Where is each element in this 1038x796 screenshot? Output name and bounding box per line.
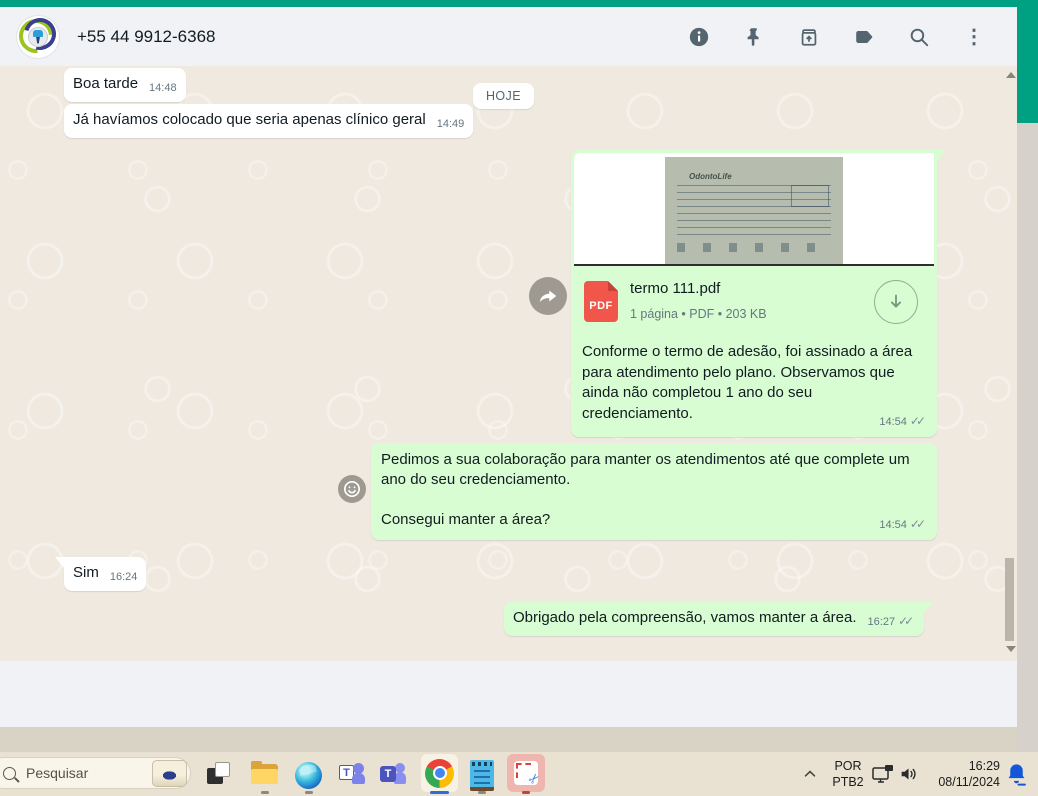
file-explorer-icon[interactable] — [251, 761, 279, 786]
file-attachment-row[interactable]: PDF termo 111.pdf 1 página • PDF • 203 K… — [574, 266, 934, 336]
notification-bell-icon[interactable] — [1004, 761, 1029, 787]
keyboard-layout: PTB2 — [832, 775, 864, 789]
scanned-form-image: OdontoLife — [665, 157, 843, 264]
chrome-browser-icon[interactable] — [421, 754, 458, 792]
right-green-strip — [1017, 0, 1038, 123]
message-meta: 14:54 ✓✓ — [879, 411, 927, 432]
header-actions: ⋮ — [688, 7, 985, 66]
message-time: 14:54 — [879, 416, 907, 428]
message-text: Sim — [73, 564, 99, 581]
language-indicator[interactable]: POR PTB2 — [826, 758, 870, 790]
scrollbar-up-arrow[interactable] — [1006, 72, 1016, 78]
message-text: Consegui manter a área? — [381, 511, 551, 528]
message-time: 16:24 — [109, 571, 138, 583]
language-code: POR — [834, 759, 862, 773]
running-indicator — [478, 791, 486, 794]
scan-form-box — [791, 185, 829, 207]
running-indicator — [522, 791, 530, 794]
document-preview[interactable]: OdontoLife — [574, 153, 934, 266]
message-outgoing[interactable]: Obrigado pela compreensão, vamos manter … — [504, 602, 934, 636]
search-icon[interactable] — [908, 26, 930, 48]
taskbar-clock[interactable]: 16:29 08/11/2024 — [918, 758, 1000, 790]
search-placeholder: Pesquisar — [26, 765, 89, 781]
contact-phone-title[interactable]: +55 44 9912-6368 — [77, 27, 216, 47]
forward-message-button[interactable] — [529, 277, 567, 315]
message-time: 16:27 — [867, 616, 896, 628]
snipping-tool-icon[interactable]: ✂ — [507, 754, 545, 792]
file-name: termo 111.pdf — [630, 280, 721, 297]
smiley-icon — [343, 480, 361, 498]
taskbar-search[interactable]: Pesquisar — [0, 757, 191, 789]
network-icon[interactable] — [871, 762, 897, 786]
delivered-ticks-icon: ✓✓ — [909, 517, 926, 531]
tooth-implant-icon — [33, 29, 43, 37]
message-incoming[interactable]: Sim 16:24 — [54, 557, 147, 591]
label-icon[interactable] — [853, 26, 875, 48]
search-daily-image[interactable] — [152, 759, 187, 787]
contact-avatar[interactable] — [17, 15, 59, 58]
running-indicator — [305, 791, 313, 794]
running-indicator — [261, 791, 269, 794]
windows-taskbar: Pesquisar T T ✂ POR PTB2 16:29 08/11/202… — [0, 752, 1038, 796]
teams-icon[interactable]: T — [339, 762, 365, 787]
pdf-badge-label: PDF — [589, 300, 613, 312]
app-titlebar — [0, 0, 1038, 7]
date-divider: HOJE — [473, 83, 534, 109]
message-outgoing[interactable]: Pedimos a sua colaboração para manter os… — [371, 443, 937, 540]
desktop: +55 44 9912-6368 ⋮ Boa tarde 14:48 HOJE … — [0, 0, 1038, 796]
conversation-panel[interactable]: Boa tarde 14:48 HOJE Já havíamos colocado… — [0, 66, 1017, 661]
task-view-icon[interactable] — [207, 762, 231, 786]
file-meta: 1 página • PDF • 203 KB — [630, 307, 767, 321]
message-incoming[interactable]: Boa tarde 14:48 — [64, 68, 186, 102]
message-meta: 16:27 ✓✓ — [868, 611, 916, 632]
chat-header: +55 44 9912-6368 ⋮ — [0, 7, 1017, 66]
pdf-file-icon: PDF — [584, 281, 618, 322]
forward-arrow-icon — [539, 290, 557, 302]
scan-checkbox-row — [677, 243, 831, 252]
delivered-ticks-icon: ✓✓ — [909, 414, 926, 428]
running-indicator-active — [430, 791, 449, 794]
message-time: 14:48 — [149, 82, 177, 94]
info-icon[interactable] — [688, 26, 710, 48]
message-text: Boa tarde — [73, 75, 139, 92]
tray-expand-icon[interactable] — [801, 765, 819, 783]
search-icon — [3, 766, 16, 780]
message-text: Já havíamos colocado que seria apenas cl… — [73, 111, 426, 128]
teams-work-icon[interactable]: T — [380, 762, 406, 788]
scissors-icon: ✂ — [525, 769, 544, 788]
message-text: Obrigado pela compreensão, vamos manter … — [513, 609, 857, 626]
delivered-ticks-icon: ✓✓ — [898, 614, 914, 628]
message-time: 14:54 — [879, 519, 907, 531]
download-button[interactable] — [874, 279, 918, 324]
edge-browser-icon[interactable] — [295, 762, 322, 789]
scrollbar-down-arrow[interactable] — [1006, 646, 1016, 652]
scrollbar-thumb[interactable] — [1005, 558, 1014, 641]
message-incoming[interactable]: Já havíamos colocado que seria apenas cl… — [64, 104, 474, 138]
notepad-icon[interactable] — [470, 760, 494, 791]
pin-icon[interactable] — [743, 26, 765, 48]
archive-icon[interactable] — [798, 26, 820, 48]
menu-kebab-icon[interactable]: ⋮ — [963, 26, 985, 48]
react-emoji-button[interactable] — [338, 475, 366, 503]
message-composer: + — [0, 661, 1017, 727]
file-info: termo 111.pdf 1 página • PDF • 203 KB — [630, 279, 874, 324]
message-text: Pedimos a sua colaboração para manter os… — [381, 451, 910, 488]
message-time: 14:49 — [436, 118, 465, 130]
right-gray-strip — [1017, 123, 1038, 752]
clock-time: 16:29 — [968, 759, 1000, 773]
clock-date: 08/11/2024 — [938, 775, 1000, 789]
download-arrow-icon — [890, 294, 902, 308]
message-outgoing-document[interactable]: OdontoLife PDF termo 111.pdf 1 página • … — [571, 150, 946, 437]
message-meta: 14:54 ✓✓ — [879, 514, 927, 535]
